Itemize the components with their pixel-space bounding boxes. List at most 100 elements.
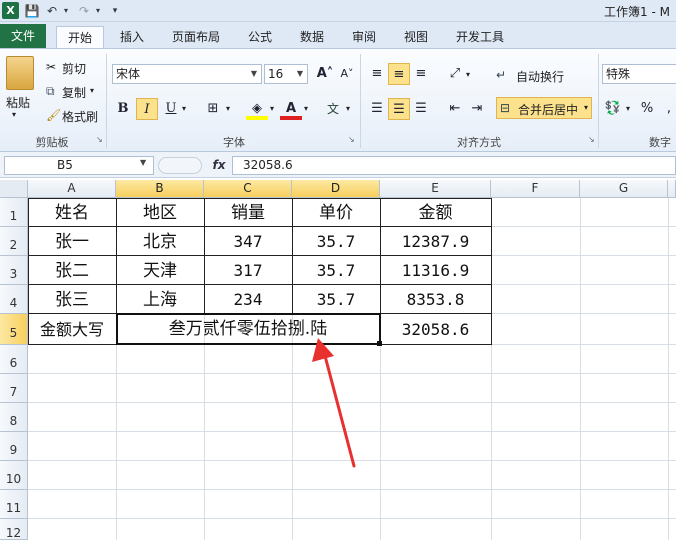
row-header-2[interactable]: 2: [0, 227, 28, 256]
decrease-indent-icon[interactable]: ⇤: [444, 98, 466, 120]
bold-button[interactable]: B: [112, 98, 134, 120]
border-dropdown-icon[interactable]: ▾: [226, 104, 230, 113]
cut-button[interactable]: 剪切: [62, 60, 86, 77]
col-header-g[interactable]: G: [580, 180, 668, 198]
cell-d2[interactable]: 35.7: [292, 228, 380, 256]
name-box-dropdown-icon[interactable]: ▼: [140, 158, 146, 167]
cell-a1[interactable]: 姓名: [28, 199, 116, 227]
cell-c3[interactable]: 317: [204, 257, 292, 285]
cell-a3[interactable]: 张二: [28, 257, 116, 285]
row-header-1[interactable]: 1: [0, 198, 28, 227]
row-header-7[interactable]: 7: [0, 374, 28, 403]
wrap-text-icon[interactable]: ↵: [496, 68, 506, 82]
col-header-h[interactable]: [668, 180, 676, 198]
copy-icon[interactable]: ⧉: [46, 84, 55, 99]
cut-icon[interactable]: ✂: [46, 60, 56, 74]
customize-qat-icon[interactable]: ▾: [110, 3, 120, 19]
formula-bar-splitter[interactable]: [158, 157, 202, 174]
cell-b2[interactable]: 北京: [116, 228, 204, 256]
row-header-4[interactable]: 4: [0, 285, 28, 314]
row-header-3[interactable]: 3: [0, 256, 28, 285]
cell-b4[interactable]: 上海: [116, 286, 204, 314]
redo-icon[interactable]: ↷: [76, 3, 92, 19]
cell-d4[interactable]: 35.7: [292, 286, 380, 314]
increase-indent-icon[interactable]: ⇥: [466, 98, 488, 120]
phonetic-guide-icon[interactable]: 文: [322, 98, 344, 120]
font-name-select[interactable]: 宋体 ▼: [112, 64, 262, 84]
align-middle-icon[interactable]: ≡: [388, 63, 410, 85]
row-header-9[interactable]: 9: [0, 432, 28, 461]
row-header-10[interactable]: 10: [0, 461, 28, 490]
save-icon[interactable]: 💾: [24, 3, 40, 19]
row-header-8[interactable]: 8: [0, 403, 28, 432]
orientation-dropdown-icon[interactable]: ▾: [466, 70, 470, 79]
col-header-d[interactable]: D: [292, 180, 380, 198]
col-header-f[interactable]: F: [491, 180, 580, 198]
tab-insert[interactable]: 插入: [112, 26, 152, 48]
clipboard-launcher-icon[interactable]: ↘: [96, 136, 104, 144]
tab-formulas[interactable]: 公式: [240, 26, 280, 48]
align-bottom-icon[interactable]: ≡: [410, 63, 432, 85]
copy-dropdown-icon[interactable]: ▾: [90, 86, 94, 95]
paste-button-label[interactable]: 粘贴: [6, 94, 30, 111]
cell-a5[interactable]: 金额大写: [28, 315, 116, 344]
border-icon[interactable]: ⊞: [202, 98, 224, 120]
cell-d1[interactable]: 单价: [292, 199, 380, 227]
cell-c4[interactable]: 234: [204, 286, 292, 314]
alignment-launcher-icon[interactable]: ↘: [588, 136, 596, 144]
row-header-11[interactable]: 11: [0, 490, 28, 519]
cell-e2[interactable]: 12387.9: [380, 228, 491, 256]
cell-e5[interactable]: 32058.6: [380, 315, 491, 344]
cell-b1[interactable]: 地区: [116, 199, 204, 227]
cell-e4[interactable]: 8353.8: [380, 286, 491, 314]
cell-e3[interactable]: 11316.9: [380, 257, 491, 285]
cell-b3[interactable]: 天津: [116, 257, 204, 285]
tab-page-layout[interactable]: 页面布局: [164, 26, 228, 48]
cell-e1[interactable]: 金额: [380, 199, 491, 227]
tab-review[interactable]: 审阅: [344, 26, 384, 48]
redo-dropdown-icon[interactable]: ▾: [94, 3, 102, 19]
col-header-b[interactable]: B: [116, 180, 204, 198]
font-color-icon[interactable]: A: [280, 98, 302, 120]
fill-dropdown-icon[interactable]: ▾: [270, 104, 274, 113]
underline-dropdown-icon[interactable]: ▾: [182, 104, 186, 113]
align-left-icon[interactable]: ☰: [366, 98, 388, 120]
tab-developer[interactable]: 开发工具: [448, 26, 512, 48]
paste-dropdown-icon[interactable]: ▾: [12, 110, 16, 119]
comma-style-icon[interactable]: ,: [658, 98, 676, 120]
tab-file[interactable]: 文件: [0, 24, 46, 48]
select-all-corner[interactable]: [0, 180, 28, 198]
align-center-icon[interactable]: ☰: [388, 98, 410, 120]
orientation-icon[interactable]: ⤢: [444, 63, 466, 85]
cell-c1[interactable]: 销量: [204, 199, 292, 227]
cell-c2[interactable]: 347: [204, 228, 292, 256]
row-header-5[interactable]: 5: [0, 314, 28, 345]
format-painter-icon[interactable]: 🖌: [46, 108, 61, 122]
italic-button[interactable]: I: [136, 98, 158, 120]
grow-font-icon[interactable]: A˄: [314, 63, 336, 85]
font-launcher-icon[interactable]: ↘: [348, 136, 356, 144]
align-top-icon[interactable]: ≡: [366, 63, 388, 85]
undo-icon[interactable]: ↶: [44, 3, 60, 19]
copy-button[interactable]: 复制: [62, 84, 86, 101]
cell-a4[interactable]: 张三: [28, 286, 116, 314]
name-box[interactable]: B5: [4, 156, 154, 175]
cell-d3[interactable]: 35.7: [292, 257, 380, 285]
format-painter-button[interactable]: 格式刷: [62, 108, 98, 125]
font-size-select[interactable]: 16 ▼: [264, 64, 308, 84]
number-format-select[interactable]: 特殊: [602, 64, 676, 84]
currency-format-icon[interactable]: 💱: [602, 98, 624, 120]
shrink-font-icon[interactable]: A˅: [336, 63, 358, 85]
col-header-a[interactable]: A: [28, 180, 116, 198]
row-header-12[interactable]: 12: [0, 519, 28, 540]
tab-home[interactable]: 开始: [56, 26, 104, 48]
font-color-dropdown-icon[interactable]: ▾: [304, 104, 308, 113]
formula-input[interactable]: 32058.6: [232, 156, 676, 175]
fill-color-icon[interactable]: ◈: [246, 98, 268, 120]
merge-dropdown-icon[interactable]: ▾: [584, 103, 588, 112]
row-header-6[interactable]: 6: [0, 345, 28, 374]
percent-button[interactable]: %: [636, 98, 658, 120]
undo-dropdown-icon[interactable]: ▾: [62, 3, 70, 19]
col-header-e[interactable]: E: [380, 180, 491, 198]
wrap-text-button[interactable]: 自动换行: [516, 68, 564, 85]
